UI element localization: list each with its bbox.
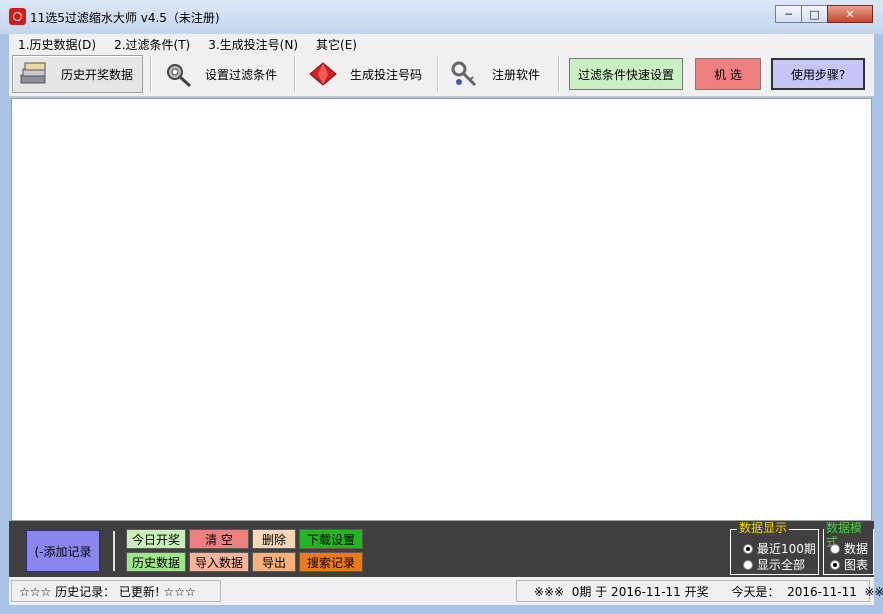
history-draw-data-label: 历史开奖数据 — [61, 67, 134, 82]
data-display-title: 数据显示 — [737, 521, 790, 535]
register-software-label: 注册软件 — [492, 67, 541, 82]
bottom-panel: (-添加记录 今日开奖 清 空 删除 下载设置 历史数据 导入数据 导出 搜索记… — [9, 521, 874, 577]
main-content-area[interactable] — [11, 98, 872, 521]
radio-selected-icon — [830, 559, 840, 570]
divider — [113, 531, 115, 571]
download-settings-button[interactable]: 下载设置 — [299, 529, 363, 549]
mode-chart-radio[interactable]: 图表 — [830, 556, 868, 573]
maximize-button[interactable]: □ — [801, 5, 828, 23]
mode-chart-label: 图表 — [844, 558, 869, 572]
menu-filter-conditions[interactable]: 2.过滤条件(T) — [105, 34, 199, 52]
books-icon — [19, 60, 49, 88]
add-record-button[interactable]: (-添加记录 — [26, 530, 100, 572]
search-records-button[interactable]: 搜索记录 — [299, 552, 363, 572]
history-draw-data-button[interactable]: 历史开奖数据 — [12, 55, 143, 93]
app-window: 11选5过滤缩水大师 v4.5（未注册) ─ □ ✕ 1.历史数据(D) 2.过… — [0, 0, 883, 614]
quick-filter-settings-button[interactable]: 过滤条件快速设置 — [569, 58, 683, 90]
usage-steps-button[interactable]: 使用步骤? — [771, 58, 865, 90]
generate-bet-numbers-label: 生成投注号码 — [350, 67, 423, 82]
title-bar: 11选5过滤缩水大师 v4.5（未注册) ─ □ ✕ — [0, 0, 883, 34]
mode-data-radio[interactable]: 数据 — [830, 540, 868, 557]
generate-bet-numbers-button[interactable]: 生成投注号码 — [304, 55, 434, 93]
export-button[interactable]: 导出 — [252, 552, 296, 572]
history-data-button[interactable]: 历史数据 — [126, 552, 186, 572]
ruby-gem-icon — [308, 60, 338, 88]
display-all-label: 显示全部 — [757, 558, 806, 572]
menu-bar: 1.历史数据(D) 2.过滤条件(T) 3.生成投注号(N) 其它(E) — [9, 34, 874, 52]
radio-selected-icon — [743, 543, 753, 554]
toolbar: 历史开奖数据 设置过滤条件 生成投注号码 注册软件 过滤条件快速设置 机 选 使… — [9, 52, 874, 97]
radio-unselected-icon — [743, 559, 753, 570]
radio-unselected-icon — [830, 543, 840, 554]
app-logo-icon — [9, 8, 26, 25]
delete-button[interactable]: 删除 — [252, 529, 296, 549]
menu-generate-numbers[interactable]: 3.生成投注号(N) — [199, 34, 307, 52]
mode-data-label: 数据 — [844, 542, 869, 556]
window-title: 11选5过滤缩水大师 v4.5（未注册) — [30, 11, 220, 25]
menu-other[interactable]: 其它(E) — [307, 34, 366, 52]
menu-history-data[interactable]: 1.历史数据(D) — [9, 34, 105, 52]
data-mode-group: 数据模式 数据 图表 — [823, 521, 874, 575]
set-filter-conditions-button[interactable]: 设置过滤条件 — [159, 55, 289, 93]
clear-button[interactable]: 清 空 — [189, 529, 249, 549]
register-software-button[interactable]: 注册软件 — [446, 55, 556, 93]
tools-icon — [163, 60, 193, 88]
history-status-text: ☆☆☆ 历史记录： 已更新! ☆☆☆ — [11, 580, 221, 602]
today-draw-button[interactable]: 今日开奖 — [126, 529, 186, 549]
random-pick-button[interactable]: 机 选 — [695, 58, 761, 90]
status-bar: ☆☆☆ 历史记录： 已更新! ☆☆☆ ※※※ 0期 于 2016-11-11 开… — [9, 577, 883, 605]
minimize-button[interactable]: ─ — [775, 5, 802, 23]
draw-date-status-text: ※※※ 0期 于 2016-11-11 开奖 今天是： 2016-11-11 ※… — [516, 580, 883, 602]
data-display-group: 数据显示 最近100期 显示全部 — [730, 521, 819, 575]
key-icon — [450, 60, 480, 88]
close-button[interactable]: ✕ — [827, 5, 873, 23]
set-filter-conditions-label: 设置过滤条件 — [205, 67, 278, 82]
display-all-radio[interactable]: 显示全部 — [743, 556, 805, 573]
display-recent-100-label: 最近100期 — [757, 542, 816, 556]
import-data-button[interactable]: 导入数据 — [189, 552, 249, 572]
display-recent-100-radio[interactable]: 最近100期 — [743, 540, 816, 557]
